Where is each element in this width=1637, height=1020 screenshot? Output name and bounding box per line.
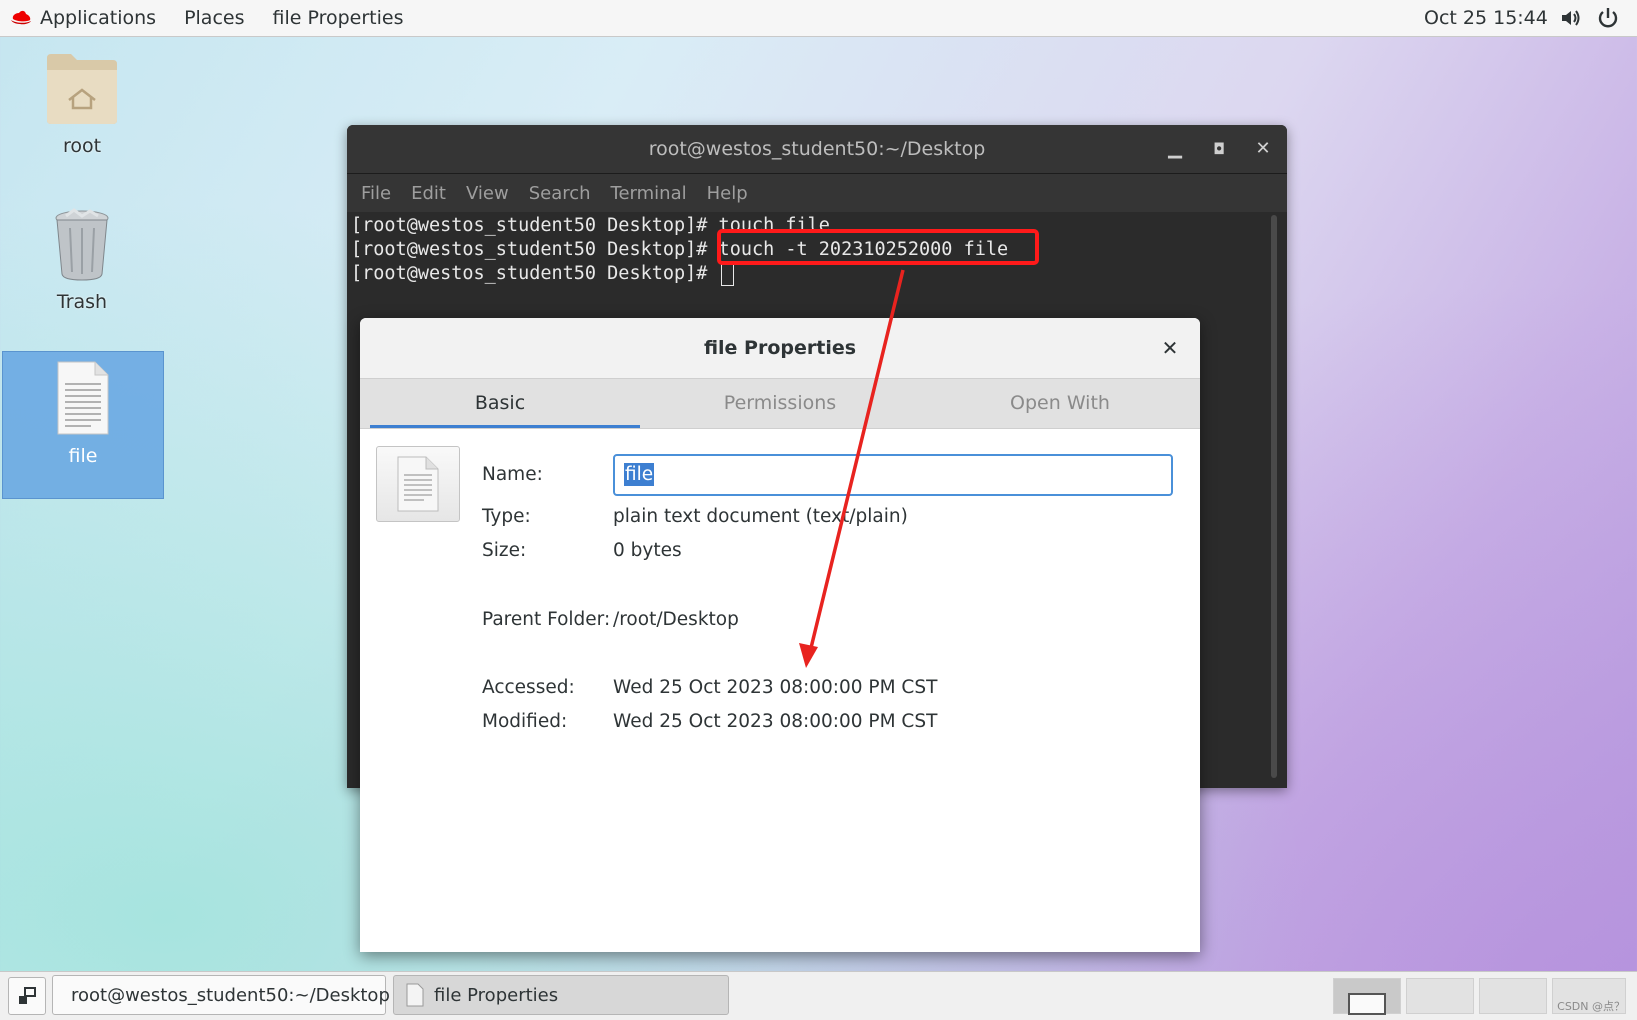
terminal-title: root@westos_student50:~/Desktop	[648, 138, 986, 160]
basic-tab-panel: Name: file Type: plain text document (te…	[360, 429, 1200, 952]
desktop-icon-label: Trash	[56, 291, 108, 313]
file-properties-dialog[interactable]: file Properties ✕ Basic Permissions Open…	[360, 318, 1200, 952]
dialog-title: file Properties	[703, 337, 857, 359]
home-folder-icon	[47, 54, 117, 124]
text-cursor	[720, 262, 734, 286]
terminal-menubar: File Edit View Search Terminal Help	[347, 174, 1287, 212]
places-menu[interactable]: Places	[170, 0, 258, 36]
accessed-label: Accessed:	[482, 677, 575, 698]
terminal-prompt: [root@westos_student50 Desktop]#	[351, 263, 719, 284]
type-label: Type:	[482, 506, 531, 527]
terminal-titlebar[interactable]: root@westos_student50:~/Desktop ▁ ◘ ✕	[347, 125, 1287, 174]
size-value: 0 bytes	[613, 540, 682, 561]
tab-open-with[interactable]: Open With	[920, 379, 1200, 428]
workspace-2[interactable]	[1406, 978, 1474, 1014]
desktop-icon-file[interactable]: file	[2, 351, 164, 499]
text-file-icon	[397, 456, 439, 512]
maximize-button[interactable]: ◘	[1199, 125, 1239, 173]
applications-menu[interactable]: Applications	[26, 0, 170, 36]
menu-terminal[interactable]: Terminal	[601, 183, 697, 204]
modified-label: Modified:	[482, 711, 568, 732]
tab-basic[interactable]: Basic	[360, 379, 640, 428]
desktop-icon-label: root	[62, 135, 102, 157]
minimize-button[interactable]: ▁	[1155, 125, 1195, 173]
close-button[interactable]: ✕	[1243, 125, 1283, 173]
taskbar-item-terminal[interactable]: root@westos_student50:~/Desktop	[52, 975, 390, 1015]
menu-file[interactable]: File	[351, 183, 401, 204]
close-icon[interactable]: ✕	[1150, 318, 1190, 378]
dialog-titlebar[interactable]: file Properties ✕	[360, 318, 1200, 379]
redhat-logo-icon	[11, 10, 31, 25]
show-desktop-icon	[19, 987, 36, 1004]
text-file-icon	[57, 361, 109, 435]
type-value: plain text document (text/plain)	[613, 506, 908, 527]
file-icon-button[interactable]	[376, 446, 460, 522]
watermark: CSDN @点？	[1557, 1000, 1625, 1013]
desktop-icon-trash[interactable]: Trash	[6, 208, 158, 313]
menu-view[interactable]: View	[456, 183, 519, 204]
volume-icon[interactable]	[1560, 8, 1582, 28]
terminal-line-prompt: [root@westos_student50 Desktop]#	[351, 262, 1283, 286]
menu-search[interactable]: Search	[519, 183, 601, 204]
show-desktop-button[interactable]	[8, 977, 46, 1015]
taskbar-item-label: file Properties	[434, 984, 559, 1006]
parent-folder-label: Parent Folder:	[482, 609, 611, 630]
workspace-3[interactable]	[1479, 978, 1547, 1014]
workspace-window-thumbnail	[1348, 993, 1386, 1015]
menu-help[interactable]: Help	[697, 183, 758, 204]
trash-icon	[55, 208, 109, 281]
name-label: Name:	[482, 464, 543, 485]
tab-bar: Basic Permissions Open With	[360, 379, 1200, 429]
menu-edit[interactable]: Edit	[401, 183, 456, 204]
size-label: Size:	[482, 540, 527, 561]
tab-permissions[interactable]: Permissions	[640, 379, 920, 428]
power-icon[interactable]	[1597, 7, 1619, 29]
terminal-scrollbar[interactable]	[1271, 215, 1277, 778]
name-field[interactable]: file	[613, 454, 1173, 496]
top-bar: Applications Places file Properties Oct …	[0, 0, 1637, 37]
taskbar-item-label: root@westos_student50:~/Desktop	[71, 984, 390, 1006]
text-file-icon	[406, 983, 424, 1007]
accessed-value: Wed 25 Oct 2023 08:00:00 PM CST	[613, 677, 938, 698]
taskbar-item-file-properties[interactable]: file Properties	[393, 975, 729, 1015]
command-highlight-box	[717, 229, 1039, 265]
desktop-icon-root[interactable]: root	[6, 50, 158, 157]
workspace-1[interactable]	[1333, 978, 1401, 1015]
parent-folder-value[interactable]: /root/Desktop	[613, 609, 739, 630]
clock[interactable]: Oct 25 15:44	[1424, 0, 1548, 36]
taskbar: root@westos_student50:~/Desktop file Pro…	[0, 971, 1637, 1020]
name-field-selected-text: file	[624, 463, 655, 486]
desktop-icon-label: file	[68, 445, 98, 467]
modified-value: Wed 25 Oct 2023 08:00:00 PM CST	[613, 711, 938, 732]
active-app-menu[interactable]: file Properties	[258, 0, 417, 36]
